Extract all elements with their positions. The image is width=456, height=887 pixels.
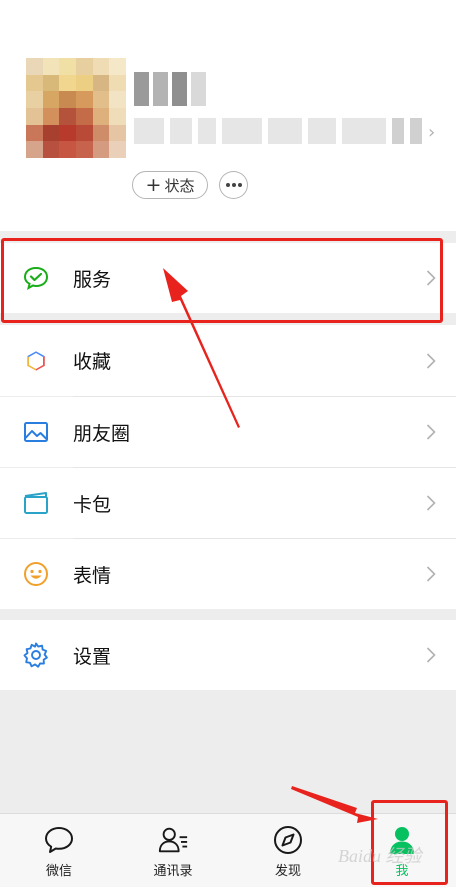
menu-label-favorites: 收藏 xyxy=(73,351,112,373)
status-label: 状态 xyxy=(164,176,195,195)
chevron-right-icon xyxy=(426,495,436,511)
menu-item-moments[interactable]: 朋友圈 xyxy=(0,397,456,467)
contacts-icon xyxy=(157,824,189,856)
menu-label-moments: 朋友圈 xyxy=(73,422,131,445)
picture-icon xyxy=(22,418,50,446)
ellipsis-icon xyxy=(225,183,230,187)
menu-item-settings[interactable]: 设置 xyxy=(0,620,456,690)
wechat-pay-icon xyxy=(22,264,50,292)
chevron-right-icon xyxy=(426,270,436,286)
menu-label-services: 服务 xyxy=(73,268,112,291)
menu-item-services[interactable]: 服务 xyxy=(0,243,456,313)
chevron-right-icon: › xyxy=(428,122,436,143)
status-button[interactable]: + 状态 xyxy=(132,171,208,199)
tab-label: 通讯录 xyxy=(153,864,193,879)
tab-label: 我 xyxy=(395,864,409,879)
tab-chats[interactable]: 微信 xyxy=(2,814,116,887)
tab-me[interactable]: 我 xyxy=(345,814,456,887)
chevron-right-icon xyxy=(426,647,436,663)
chat-bubble-icon xyxy=(43,824,75,856)
tab-label: 微信 xyxy=(45,864,72,879)
nickname-blurred xyxy=(134,72,206,106)
chevron-right-icon xyxy=(426,424,436,440)
more-button[interactable] xyxy=(219,171,248,199)
tab-contacts[interactable]: 通讯录 xyxy=(116,814,230,887)
menu-item-favorites[interactable]: 收藏 xyxy=(0,325,456,396)
compass-icon xyxy=(272,824,304,856)
menu-item-cards[interactable]: 卡包 xyxy=(0,468,456,538)
bottom-tab-bar: 微信 通讯录 发现 我 xyxy=(0,813,456,887)
smiley-icon xyxy=(22,560,50,588)
profile-header[interactable]: › + 状态 xyxy=(0,0,456,231)
card-icon xyxy=(22,489,50,517)
menu-label-cards: 卡包 xyxy=(73,493,112,516)
gear-icon xyxy=(22,641,50,669)
person-icon xyxy=(386,824,418,856)
plus-icon: + xyxy=(145,173,162,196)
tab-label: 发现 xyxy=(274,864,301,879)
wechat-id-blurred xyxy=(134,118,424,144)
chevron-right-icon xyxy=(426,566,436,582)
cube-icon xyxy=(22,347,50,375)
tab-discover[interactable]: 发现 xyxy=(231,814,345,887)
menu-label-settings: 设置 xyxy=(73,645,112,668)
menu-label-stickers: 表情 xyxy=(73,564,112,587)
avatar[interactable] xyxy=(26,58,126,158)
chevron-right-icon xyxy=(426,352,436,369)
menu-item-stickers[interactable]: 表情 xyxy=(0,539,456,609)
